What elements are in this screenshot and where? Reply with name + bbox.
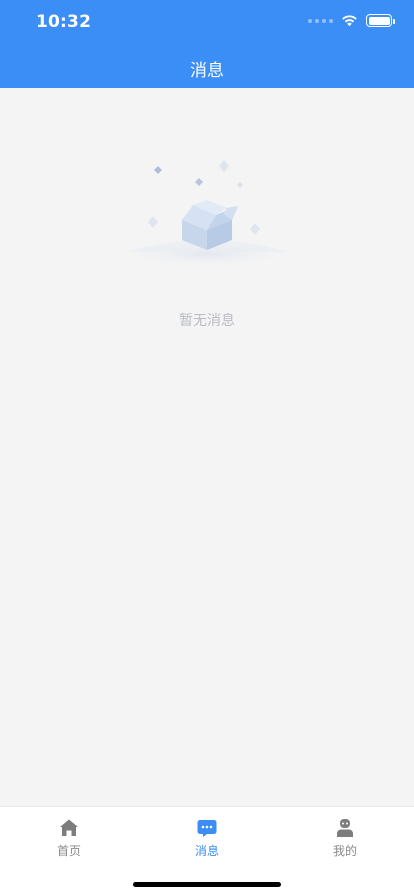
status-icons bbox=[308, 14, 395, 27]
messages-screen: 10:32 消息 暂无消息 首页 消息 我的 bbox=[0, 0, 414, 896]
home-indicator bbox=[133, 882, 281, 887]
profile-icon bbox=[337, 819, 353, 837]
home-icon bbox=[60, 819, 78, 836]
tab-messages-label: 消息 bbox=[194, 844, 219, 858]
app-header: 10:32 消息 bbox=[0, 0, 414, 88]
tab-home[interactable]: 首页 bbox=[0, 817, 138, 861]
battery-icon bbox=[366, 14, 395, 27]
tab-profile[interactable]: 我的 bbox=[276, 817, 414, 861]
wifi-icon bbox=[342, 15, 357, 27]
cellular-signal-icon bbox=[308, 18, 333, 23]
message-icon bbox=[197, 820, 217, 837]
tab-home-label: 首页 bbox=[56, 844, 81, 858]
empty-state-text: 暂无消息 bbox=[179, 313, 235, 329]
empty-box-icon bbox=[115, 160, 299, 268]
page-title: 消息 bbox=[190, 61, 224, 81]
status-time: 10:32 bbox=[36, 12, 92, 32]
tab-messages[interactable]: 消息 bbox=[138, 817, 276, 861]
tab-profile-label: 我的 bbox=[332, 844, 357, 858]
